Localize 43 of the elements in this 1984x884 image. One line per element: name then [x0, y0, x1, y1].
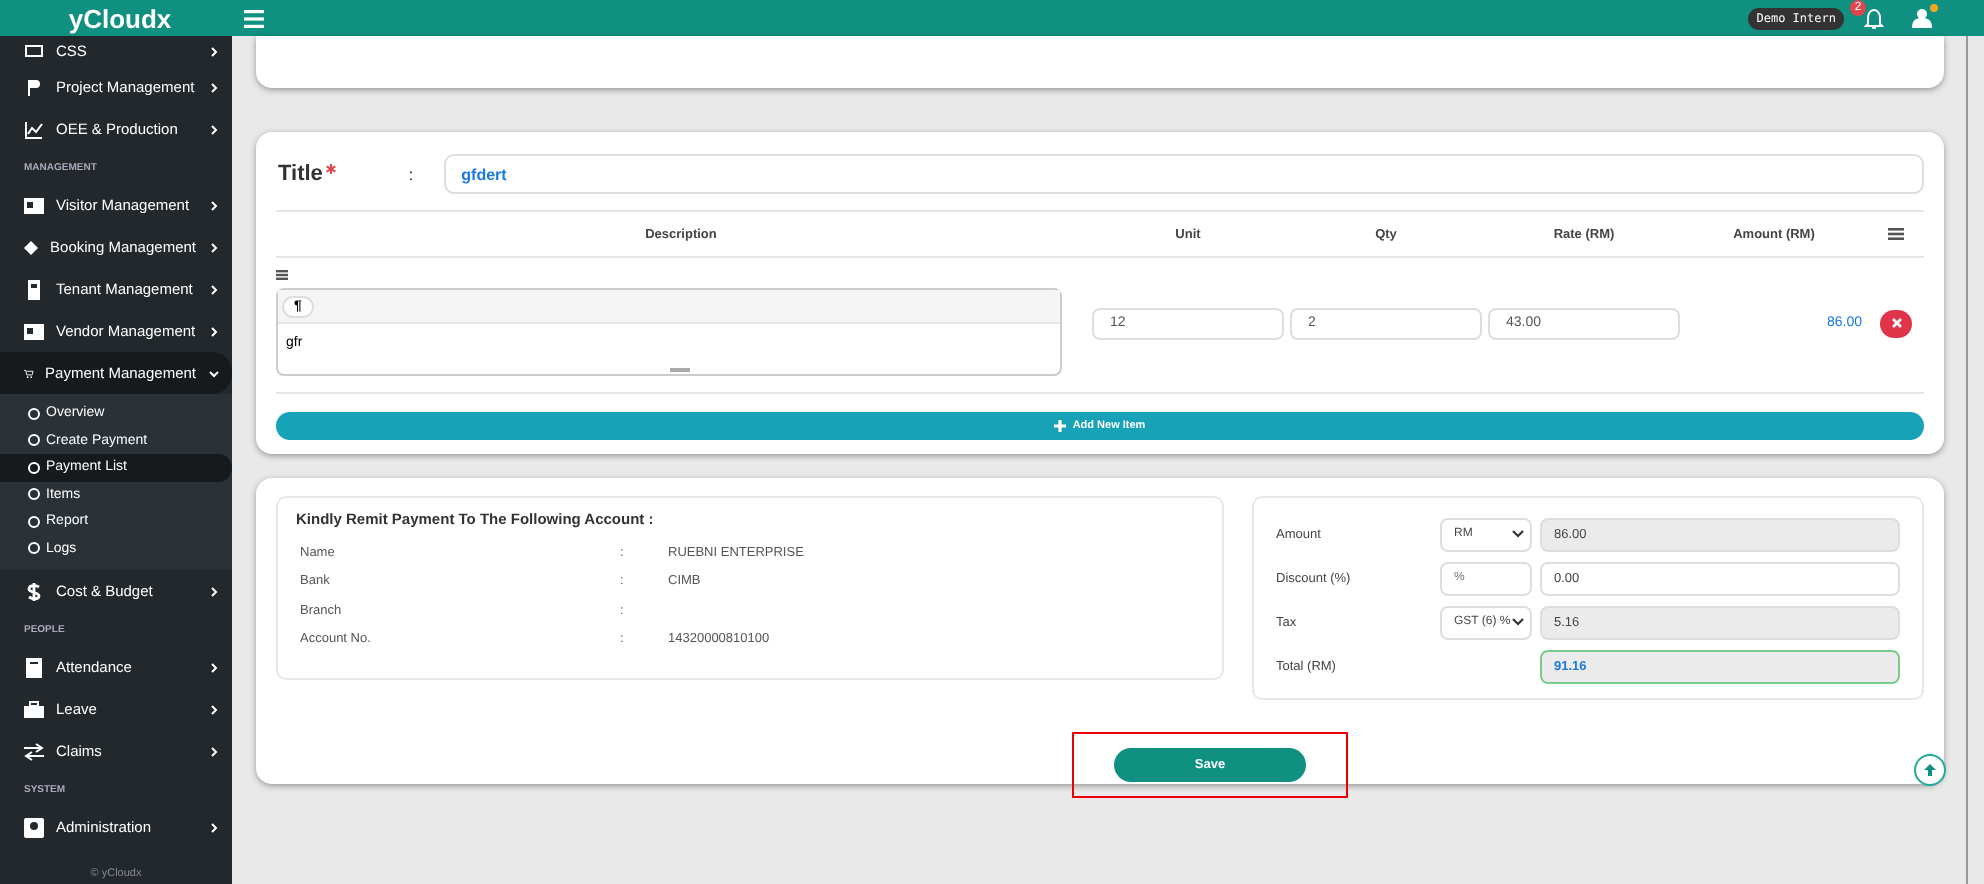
- scrollbar[interactable]: [1966, 36, 1968, 884]
- user-card-icon: [24, 817, 44, 837]
- chevron-icon: [208, 45, 220, 57]
- chevron-icon: [208, 81, 220, 93]
- chevron-icon: [208, 745, 220, 757]
- chart-icon: [24, 119, 44, 139]
- chevron-icon: [208, 241, 220, 253]
- delete-button[interactable]: [1880, 309, 1912, 337]
- title-input[interactable]: gfdert: [443, 154, 1924, 194]
- app-logo: yCloudx: [66, 3, 174, 33]
- chevron-icon: [208, 325, 220, 337]
- chevron-icon: [208, 821, 220, 833]
- building-icon: [24, 279, 44, 299]
- chevron-icon: [208, 367, 220, 379]
- diamond-icon: [24, 237, 39, 257]
- chevron-icon: [208, 661, 220, 673]
- plus-icon: [1054, 420, 1067, 432]
- dollar-icon: [24, 581, 44, 601]
- chevron-icon: [208, 585, 220, 597]
- menu-icon[interactable]: [244, 9, 264, 27]
- p-icon: [24, 77, 44, 97]
- field-label: Title: [278, 162, 323, 186]
- chevron-icon: [208, 283, 220, 295]
- monitor-icon: [24, 41, 44, 61]
- caret-icon: [1512, 618, 1524, 626]
- scroll-top-button[interactable]: [1914, 754, 1946, 786]
- id-card-icon: [24, 195, 44, 215]
- separator-text: :: [408, 165, 414, 183]
- building-icon: [24, 657, 44, 677]
- chevron-icon: [208, 123, 220, 135]
- swap-arrows-icon: [24, 741, 44, 761]
- resize-handle-icon[interactable]: [669, 368, 689, 372]
- chevron-icon: [208, 703, 220, 715]
- chevron-icon: [208, 199, 220, 211]
- user-icon: [1912, 8, 1932, 28]
- briefcase-icon: [24, 699, 44, 719]
- drag-handle-icon: [276, 270, 288, 280]
- bell-icon: [1864, 7, 1884, 29]
- caret-icon: [1512, 530, 1524, 538]
- menu-icon: [1888, 228, 1904, 240]
- id-card-icon: [24, 321, 44, 341]
- arrow-up-icon: [1924, 764, 1936, 776]
- close-icon: [1891, 318, 1901, 328]
